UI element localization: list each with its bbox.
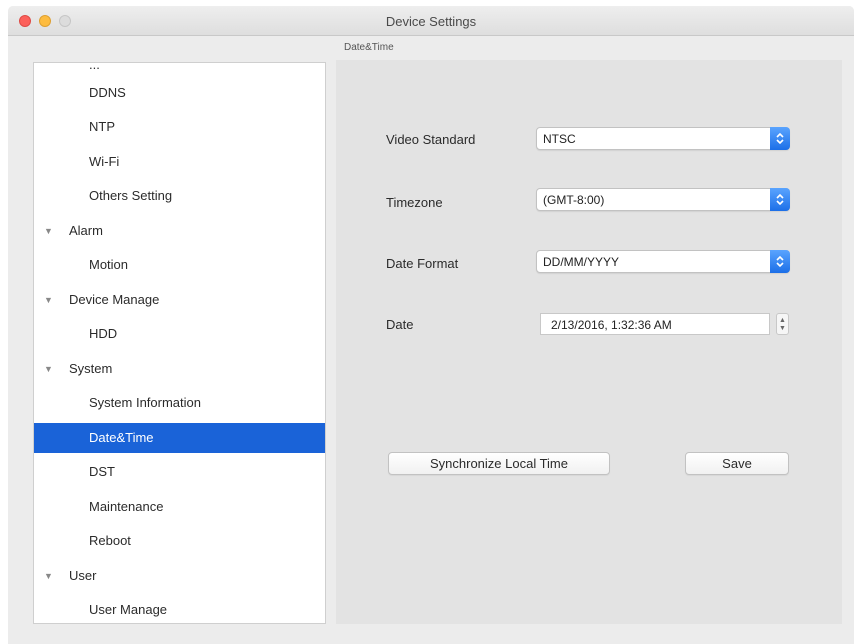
tree-item-user-manage[interactable]: User Manage xyxy=(34,595,325,623)
tree-item-reboot[interactable]: Reboot xyxy=(34,526,325,556)
tree-item-label: DST xyxy=(89,464,115,479)
tree-item-ntp[interactable]: NTP xyxy=(34,112,325,142)
device-settings-window: Device Settings Date&Time ... DDNS NTP W… xyxy=(8,6,854,644)
tree-group-user[interactable]: ▼ User xyxy=(34,561,325,591)
tree-group-alarm[interactable]: ▼ Alarm xyxy=(34,216,325,246)
disclosure-triangle-icon[interactable]: ▼ xyxy=(44,285,53,315)
tree-item-label: Maintenance xyxy=(89,499,164,514)
tree-group-label: User xyxy=(69,568,97,583)
timezone-label: Timezone xyxy=(386,195,443,210)
section-label: Date&Time xyxy=(344,42,394,53)
date-format-select[interactable]: DD/MM/YYYY xyxy=(536,250,790,273)
clipped-tree-item: ... xyxy=(89,62,100,72)
video-standard-label: Video Standard xyxy=(386,132,476,147)
disclosure-triangle-icon[interactable]: ▼ xyxy=(44,216,53,246)
tree-group-label: System xyxy=(69,361,113,376)
date-format-label: Date Format xyxy=(386,256,459,271)
stepper-icon[interactable]: ▲ ▼ xyxy=(776,313,789,335)
tree-item-label: Wi-Fi xyxy=(89,154,120,169)
tree-item-system-information[interactable]: System Information xyxy=(34,388,325,418)
tree-item-hdd[interactable]: HDD xyxy=(34,319,325,349)
chevron-updown-icon xyxy=(770,127,790,150)
tree-group-system[interactable]: ▼ System xyxy=(34,354,325,384)
chevron-updown-icon xyxy=(770,188,790,211)
date-label: Date xyxy=(386,317,414,332)
tree-item-dst[interactable]: DST xyxy=(34,457,325,487)
save-button[interactable]: Save xyxy=(685,452,789,475)
video-standard-value: NTSC xyxy=(543,132,576,146)
tree-item-wifi[interactable]: Wi-Fi xyxy=(34,147,325,177)
date-time-panel: Video Standard NTSC Timezone (GMT-8:00) … xyxy=(336,60,842,624)
tree-item-label: Date&Time xyxy=(89,430,154,445)
tree-item-motion[interactable]: Motion xyxy=(34,250,325,280)
tree-group-label: Alarm xyxy=(69,223,103,238)
synchronize-local-time-button[interactable]: Synchronize Local Time xyxy=(388,452,610,475)
title-bar[interactable]: Device Settings xyxy=(8,6,854,36)
video-standard-select[interactable]: NTSC xyxy=(536,127,790,150)
tree-group-label: Device Manage xyxy=(69,292,160,307)
tree-item-date-time[interactable]: Date&Time xyxy=(34,423,325,453)
tree-item-label: DDNS xyxy=(89,85,126,100)
tree-item-label: HDD xyxy=(89,326,118,341)
disclosure-triangle-icon[interactable]: ▼ xyxy=(44,561,53,591)
tree-item-label: Motion xyxy=(89,257,129,272)
date-time-field[interactable]: 2/13/2016, 1:32:36 AM xyxy=(540,313,770,335)
tree-group-device-manage[interactable]: ▼ Device Manage xyxy=(34,285,325,315)
window-title: Device Settings xyxy=(385,14,477,29)
date-format-value: DD/MM/YYYY xyxy=(543,255,620,269)
tree-item-label: Others Setting xyxy=(89,188,173,203)
settings-tree-sidebar[interactable]: ... DDNS NTP Wi-Fi Others Setting ▼ Alar… xyxy=(33,62,326,624)
timezone-value: (GMT-8:00) xyxy=(543,193,605,207)
tree-item-label: User Manage xyxy=(89,602,168,617)
timezone-select[interactable]: (GMT-8:00) xyxy=(536,188,790,211)
tree-item-label: Reboot xyxy=(89,533,131,548)
tree-item-others-setting[interactable]: Others Setting xyxy=(34,181,325,211)
chevron-updown-icon xyxy=(770,250,790,273)
tree-item-maintenance[interactable]: Maintenance xyxy=(34,492,325,522)
tree-item-label: System Information xyxy=(89,395,201,410)
tree-item-label: NTP xyxy=(89,119,115,134)
date-time-value: 2/13/2016, 1:32:36 AM xyxy=(551,318,672,332)
tree-item-ddns[interactable]: DDNS xyxy=(34,78,325,108)
disclosure-triangle-icon[interactable]: ▼ xyxy=(44,354,53,384)
